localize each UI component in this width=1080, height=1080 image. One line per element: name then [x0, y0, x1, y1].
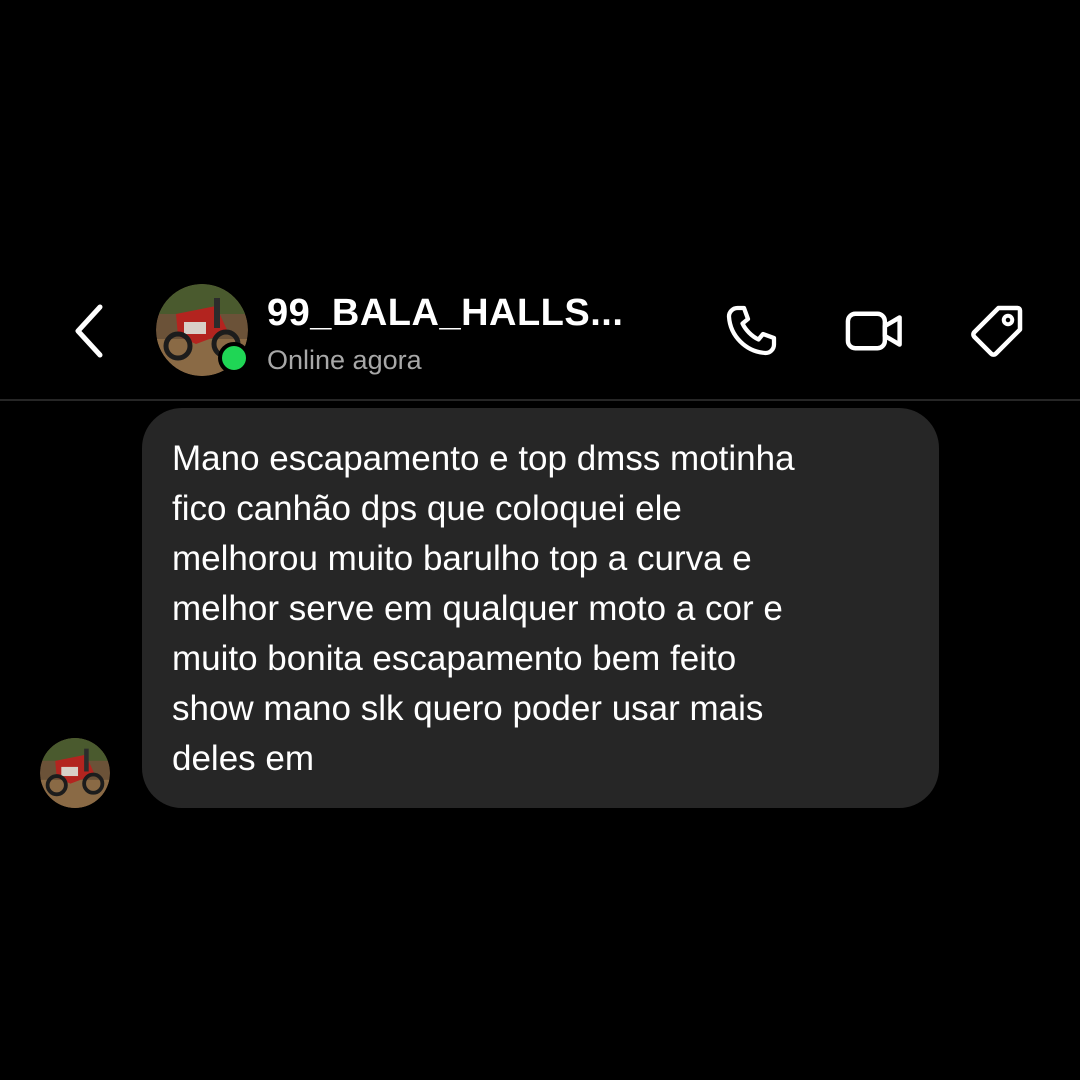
video-call-button[interactable]	[842, 298, 908, 364]
tag-button[interactable]	[964, 298, 1030, 364]
call-button[interactable]	[718, 298, 784, 364]
phone-icon	[726, 305, 777, 356]
tag-icon	[971, 305, 1023, 357]
chat-header: 99_BALA_HALLS... Online agora	[0, 280, 1080, 390]
avatar-image	[40, 738, 110, 808]
contact-info[interactable]: 99_BALA_HALLS... Online agora	[267, 290, 687, 378]
online-status-dot	[218, 342, 250, 374]
header-divider	[0, 399, 1080, 401]
contact-avatar[interactable]	[156, 284, 250, 376]
sender-avatar[interactable]	[40, 738, 110, 808]
message-bubble[interactable]: Mano escapamento e top dmss motinha fico…	[142, 408, 939, 808]
contact-status: Online agora	[267, 345, 422, 375]
chevron-left-icon	[75, 304, 103, 358]
contact-name: 99_BALA_HALLS...	[267, 292, 624, 334]
back-button[interactable]	[66, 302, 114, 360]
video-camera-icon	[845, 311, 902, 351]
message-text: Mano escapamento e top dmss motinha fico…	[172, 439, 795, 778]
